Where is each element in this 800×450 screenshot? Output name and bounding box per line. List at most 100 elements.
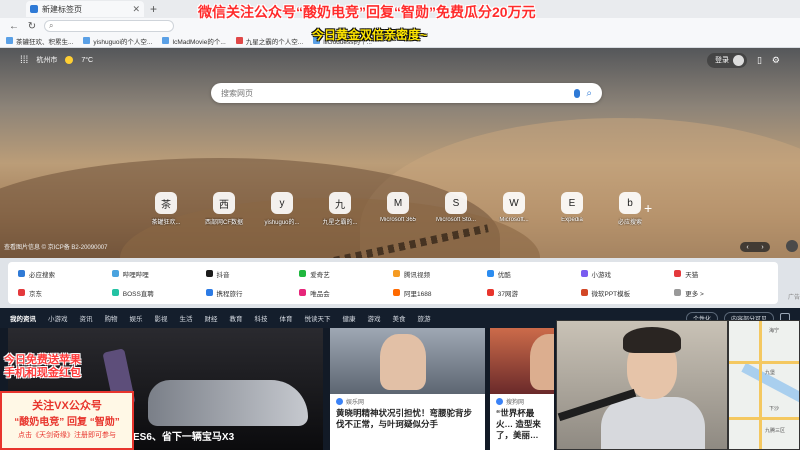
microphone-icon[interactable]: [574, 88, 581, 98]
settings-gear-icon[interactable]: ⚙: [772, 55, 780, 66]
quick-link[interactable]: 必应搜索: [18, 269, 112, 279]
new-tab-button[interactable]: +: [150, 2, 157, 16]
login-label: 登录: [714, 57, 729, 64]
temperature-label[interactable]: 7°C: [81, 57, 93, 64]
location-label[interactable]: 杭州市: [36, 55, 57, 65]
phone-icon[interactable]: ▯: [757, 55, 762, 66]
tile-label: Microsoft...: [499, 217, 529, 223]
quick-link-more[interactable]: 更多 >: [674, 288, 768, 298]
quick-link[interactable]: 爱奇艺: [299, 269, 393, 279]
quick-tile[interactable]: 九九星之霸的...: [316, 192, 364, 226]
refresh-button[interactable]: ↻: [26, 21, 38, 32]
quick-link[interactable]: 腾讯视频: [393, 269, 487, 279]
news-headline[interactable]: “世界杯最火… 造型来了，美丽…: [490, 406, 554, 443]
quick-link[interactable]: 抖音: [205, 269, 300, 279]
quick-link[interactable]: 小游戏: [580, 269, 675, 279]
streamer-webcam: [556, 320, 728, 450]
address-bar[interactable]: ⌕: [44, 20, 174, 32]
quick-link[interactable]: 阿里1688: [393, 288, 487, 298]
tab-category[interactable]: 购物: [105, 313, 118, 323]
search-icon[interactable]: ⌕: [586, 88, 592, 99]
stream-banner-subtitle: 今日黄金双倍亲密度~: [312, 28, 428, 42]
quick-link[interactable]: 哔哩哔哩: [111, 269, 206, 279]
quick-link[interactable]: 京东: [18, 288, 112, 298]
login-button[interactable]: 登录: [706, 52, 747, 68]
hero-right-controls: 登录 ▯ ⚙: [706, 52, 780, 68]
previous-wallpaper-button[interactable]: ‹: [746, 244, 748, 251]
new-tab-favicon-icon: [30, 5, 38, 13]
tab-title: 新建标签页: [42, 4, 82, 14]
tab-my-feed[interactable]: 我的资讯: [10, 313, 36, 323]
tab-category[interactable]: 健康: [343, 313, 356, 323]
tab-category[interactable]: 生活: [180, 313, 193, 323]
wallpaper-controls: ‹ ›: [740, 242, 770, 252]
news-card[interactable]: 娱乐网 黄晓明精神状况引担忧！弯腰驼背步伐不正常，与叶珂疑似分手: [330, 328, 485, 450]
news-card[interactable]: 搜狗网 “世界杯最火… 造型来了，美丽…: [490, 328, 554, 450]
tab-category[interactable]: 娱乐: [130, 313, 143, 323]
bookmark-icon: [235, 37, 243, 44]
tile-icon: S: [445, 192, 467, 214]
tab-category[interactable]: 美食: [393, 313, 406, 323]
quick-tile[interactable]: 茶茶罐狂欢...: [142, 192, 190, 226]
tab-category[interactable]: 科技: [255, 313, 268, 323]
bookmark-icon: [162, 37, 170, 44]
avatar: [732, 54, 744, 66]
tab-category[interactable]: 体育: [280, 313, 293, 323]
bookmark-item[interactable]: 九星之霸的个人空...: [235, 36, 303, 46]
quick-tile[interactable]: y yishuguo的...: [258, 192, 306, 226]
bookmark-item[interactable]: yishuguoi的个人空...: [83, 36, 152, 46]
quick-tile[interactable]: E Expedia: [548, 192, 596, 226]
quick-link[interactable]: 天猫: [674, 269, 768, 279]
source-icon: [336, 398, 343, 405]
quick-link[interactable]: BOSS直聘: [111, 288, 206, 298]
close-tab-icon[interactable]: ✕: [132, 4, 140, 15]
back-button[interactable]: ←: [8, 21, 20, 32]
quick-link-label: 携程旅行: [216, 290, 243, 298]
tab-new-tab[interactable]: 新建标签页 ✕: [26, 1, 144, 17]
quick-link-icon: [580, 289, 588, 296]
quick-link-label: 天猫: [685, 271, 699, 279]
quick-link[interactable]: 37网游: [486, 288, 581, 298]
quick-link-icon: [393, 270, 400, 277]
quick-link-icon: [18, 270, 25, 277]
quick-link[interactable]: 微软PPT模板: [580, 288, 675, 298]
more-icon: [674, 289, 682, 296]
tab-category[interactable]: 游戏: [368, 313, 381, 323]
webcam-hair-shape: [623, 327, 681, 353]
stream-banner-title: 微信关注公众号“酸奶电竞”回复“智勋”免费瓜分20万元: [198, 4, 536, 20]
quick-tile[interactable]: 西西部网CF数据: [200, 192, 248, 226]
bookmark-item[interactable]: 茶罐狂欢、积累生...: [6, 36, 73, 46]
tab-category[interactable]: 旅游: [418, 313, 431, 323]
quick-link-icon: [111, 289, 119, 296]
apps-grid-icon[interactable]: ⁞⁞⁞: [20, 55, 28, 66]
map-label: 九腾三区: [765, 428, 786, 434]
news-headline[interactable]: 黄晓明精神状况引担忧！弯腰驼背步伐不正常，与叶珂疑似分手: [330, 406, 485, 432]
tab-category[interactable]: 财经: [205, 313, 218, 323]
road-shape: [729, 417, 799, 420]
copilot-bubble-icon[interactable]: [786, 240, 798, 252]
quick-tile[interactable]: W Microsoft...: [490, 192, 538, 226]
quick-link[interactable]: 优酷: [486, 269, 581, 279]
quick-tile[interactable]: M Microsoft 365: [374, 192, 422, 226]
quick-link-label: 必应搜索: [29, 271, 55, 279]
tab-category[interactable]: 资讯: [80, 313, 93, 323]
search-input[interactable]: 搜索网页: [221, 88, 568, 99]
quick-link[interactable]: 携程旅行: [205, 288, 300, 298]
tile-icon: M: [387, 192, 409, 214]
bookmark-item[interactable]: IcMadMovie的个...: [162, 36, 226, 46]
next-wallpaper-button[interactable]: ›: [761, 244, 763, 251]
promo-line: 手机和现金红包: [4, 366, 81, 379]
promo-text: 今日免费送苹果 手机和现金红包: [4, 354, 81, 379]
quick-link[interactable]: 唯品会: [299, 288, 393, 298]
quick-link-icon: [299, 270, 307, 277]
add-shortcut-button[interactable]: +: [644, 200, 652, 216]
tab-category[interactable]: 影视: [155, 313, 168, 323]
news-source: 娱乐网: [330, 394, 485, 406]
tab-category[interactable]: 教育: [230, 313, 243, 323]
tab-category[interactable]: 悦读天下: [305, 313, 331, 323]
image-credit[interactable]: 查看图片信息 © 京ICP备 B2-20090007: [4, 242, 107, 251]
web-search-box[interactable]: 搜索网页 ⌕: [211, 83, 602, 103]
quick-tile[interactable]: S Microsoft Sto...: [432, 192, 480, 226]
tab-category[interactable]: 小游戏: [48, 313, 68, 323]
news-thumbnail: [330, 328, 485, 394]
